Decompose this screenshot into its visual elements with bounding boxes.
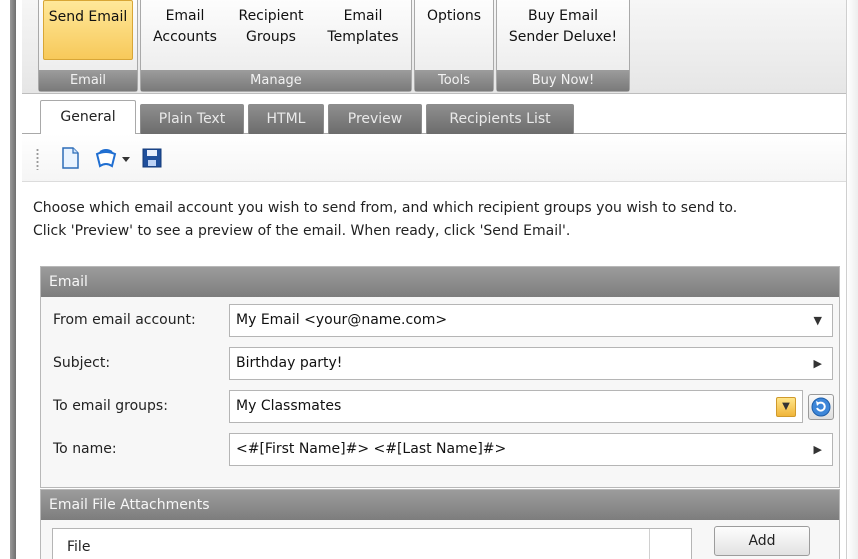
from-account-value: My Email <your@name.com> [236, 312, 448, 328]
ribbon-group-buy-now-label: Buy Now! [497, 70, 629, 91]
ribbon: Send Email Email Email Accounts Recipien… [22, 0, 852, 94]
ribbon-group-tools: Options Tools [414, 0, 494, 92]
tab-plain-text[interactable]: Plain Text [140, 104, 244, 134]
new-document-icon[interactable] [58, 146, 82, 170]
email-groups-value: My Classmates [236, 398, 342, 414]
attachments-list[interactable]: File [52, 528, 692, 559]
email-templates-label-line1: Email [343, 8, 383, 24]
subject-label: Subject: [53, 355, 111, 371]
email-groups-dropdown-button[interactable]: ▼ [776, 397, 796, 417]
attachments-panel: Email File Attachments File Add [40, 489, 840, 559]
refresh-icon[interactable] [808, 394, 834, 420]
options-button[interactable]: Options [419, 6, 489, 27]
tab-recipients-list[interactable]: Recipients List [426, 104, 574, 134]
email-groups-select[interactable]: My Classmates [229, 390, 803, 423]
subject-value: Birthday party! [236, 355, 343, 371]
ribbon-group-manage-label: Manage [141, 70, 411, 91]
subject-row: Subject: Birthday party! ▶ [41, 347, 841, 381]
tab-html[interactable]: HTML [248, 104, 324, 134]
recipient-groups-label-line1: Recipient [238, 8, 304, 24]
instructions-line2: Click 'Preview' to see a preview of the … [33, 223, 571, 239]
subject-field[interactable]: Birthday party! ▶ [229, 347, 833, 380]
options-label: Options [426, 8, 482, 24]
to-name-row: To name: <#[First Name]#> <#[Last Name]#… [41, 433, 841, 467]
toolbar-grip [36, 148, 39, 170]
buy-deluxe-button[interactable]: Buy Email Sender Deluxe! [501, 6, 625, 48]
attachments-column-file[interactable]: File [67, 539, 90, 555]
from-account-label: From email account: [53, 312, 196, 328]
tab-general[interactable]: General [40, 100, 136, 134]
to-name-field[interactable]: <#[First Name]#> <#[Last Name]#> ▶ [229, 433, 833, 466]
email-groups-row: To email groups: My Classmates ▼ [41, 390, 841, 424]
chevron-right-icon[interactable]: ▶ [814, 434, 822, 465]
ribbon-group-email: Send Email Email [38, 0, 138, 92]
ribbon-group-manage: Email Accounts Recipient Groups Email Te… [140, 0, 412, 92]
save-icon[interactable] [140, 146, 164, 170]
chevron-down-icon[interactable]: ▼ [814, 305, 822, 336]
chevron-right-icon[interactable]: ▶ [814, 348, 822, 379]
email-groups-label: To email groups: [53, 398, 168, 414]
window-right-edge [846, 0, 858, 559]
email-templates-button[interactable]: Email Templates [317, 6, 409, 48]
email-accounts-label-line1: Email [165, 8, 205, 24]
email-accounts-button[interactable]: Email Accounts [145, 6, 225, 48]
instructions-line1: Choose which email account you wish to s… [33, 200, 738, 216]
email-panel-title: Email [41, 267, 839, 297]
buy-deluxe-label-line2: Sender Deluxe! [508, 29, 618, 45]
to-name-label: To name: [53, 441, 117, 457]
email-templates-label-line2: Templates [327, 29, 399, 45]
ribbon-group-tools-label: Tools [415, 70, 493, 91]
email-accounts-label-line2: Accounts [153, 29, 217, 45]
ribbon-group-buy-now: Buy Email Sender Deluxe! Buy Now! [496, 0, 630, 92]
dropdown-arrow-icon[interactable] [120, 146, 132, 170]
tab-preview[interactable]: Preview [328, 104, 422, 134]
add-attachment-button[interactable]: Add [714, 526, 810, 556]
open-icon[interactable] [94, 146, 118, 170]
instructions-text: Choose which email account you wish to s… [33, 197, 848, 243]
ribbon-group-email-label: Email [39, 70, 137, 91]
window-left-edge [0, 0, 16, 559]
column-divider [649, 529, 650, 559]
send-email-button[interactable]: Send Email [43, 0, 133, 60]
recipient-groups-label-line2: Groups [246, 29, 296, 45]
toolbar [22, 134, 852, 182]
email-panel: Email From email account: My Email <your… [40, 266, 840, 488]
to-name-value: <#[First Name]#> <#[Last Name]#> [236, 441, 507, 457]
attachments-panel-title: Email File Attachments [41, 490, 839, 520]
send-email-label: Send Email [48, 9, 128, 25]
recipient-groups-button[interactable]: Recipient Groups [229, 6, 313, 48]
from-account-row: From email account: My Email <your@name.… [41, 304, 841, 338]
buy-deluxe-label-line1: Buy Email [527, 8, 599, 24]
from-account-select[interactable]: My Email <your@name.com> ▼ [229, 304, 833, 337]
